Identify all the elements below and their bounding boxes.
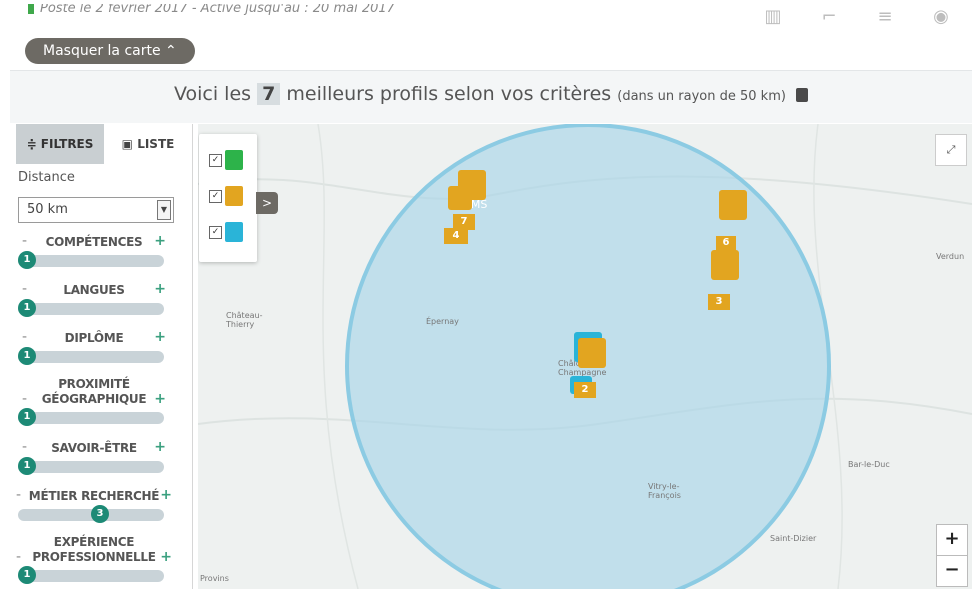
- cluster-count[interactable]: 6: [716, 236, 736, 250]
- town-label: Château-Thierry: [226, 311, 263, 329]
- legend-row-green: ✓: [209, 150, 243, 170]
- frame-icon[interactable]: ⌐: [818, 6, 840, 28]
- legend-row-orange: ✓: [209, 186, 243, 206]
- decrease-button[interactable]: -: [16, 487, 21, 503]
- user-icon: [225, 150, 243, 170]
- posted-line: Posté le 2 février 2017 - Active jusqu'a…: [28, 4, 528, 20]
- cluster-count[interactable]: 2: [574, 382, 596, 398]
- town-label: Bar-le-Duc: [848, 460, 890, 469]
- profile-icon: [796, 87, 808, 102]
- slider-track[interactable]: 1: [18, 566, 164, 584]
- chevron-down-icon[interactable]: ▼: [157, 200, 171, 220]
- barcode-icon[interactable]: ▥: [762, 6, 784, 28]
- slider-knob[interactable]: 1: [18, 457, 36, 475]
- increase-button[interactable]: +: [154, 233, 166, 249]
- filter-panel: ≑ FILTRES ▣ LISTE Distance 50 km ▼ - COM…: [16, 124, 193, 589]
- legend-row-blue: ✓: [209, 222, 243, 242]
- town-label: Verdun: [936, 252, 965, 261]
- slider-track[interactable]: 1: [18, 251, 164, 269]
- panel-tabs: ≑ FILTRES ▣ LISTE: [16, 124, 192, 164]
- slider-knob[interactable]: 1: [18, 408, 36, 426]
- user-icon: [225, 186, 243, 206]
- slider-knob[interactable]: 3: [91, 505, 109, 523]
- legend-checkbox[interactable]: ✓: [209, 153, 222, 167]
- increase-button[interactable]: +: [154, 329, 166, 345]
- decrease-button[interactable]: -: [16, 549, 21, 565]
- result-count: 7: [257, 83, 281, 105]
- profile-marker[interactable]: [711, 250, 739, 280]
- slider-track[interactable]: 1: [18, 347, 164, 365]
- slider-track[interactable]: 1: [18, 299, 164, 317]
- status-dot: [28, 4, 34, 14]
- profile-marker[interactable]: [578, 338, 606, 368]
- user-icon: [225, 222, 243, 242]
- town-label: Provins: [200, 574, 229, 583]
- radius-note: (dans un rayon de 50 km): [617, 89, 786, 104]
- distance-label: Distance: [18, 170, 75, 185]
- criterion-savoir-etre: - SAVOIR-ÊTRE + 1: [16, 439, 172, 477]
- decrease-button[interactable]: -: [22, 439, 27, 455]
- town-label: Épernay: [426, 317, 459, 326]
- decrease-button[interactable]: -: [22, 391, 27, 407]
- panel-scrollbar[interactable]: ▲: [192, 164, 193, 589]
- slider-track[interactable]: 1: [18, 408, 164, 426]
- profile-marker[interactable]: [719, 190, 747, 220]
- criterion-experience: - EXPÉRIENCE PROFESSIONNELLE + 1: [16, 535, 172, 587]
- top-toolbar: ▥ ⌐ ≡ ◉: [762, 6, 952, 28]
- criterion-proximite: - PROXIMITÉ GÉOGRAPHIQUE + 1: [16, 377, 172, 429]
- tab-list[interactable]: ▣ LISTE: [104, 124, 192, 164]
- legend-checkbox[interactable]: ✓: [209, 189, 222, 203]
- eye-icon[interactable]: ◉: [930, 6, 952, 28]
- increase-button[interactable]: +: [160, 487, 172, 503]
- lines-icon[interactable]: ≡: [874, 6, 896, 28]
- results-summary: Voici les 7 meilleurs profils selon vos …: [10, 83, 972, 105]
- cluster-count[interactable]: 3: [708, 294, 730, 310]
- decrease-button[interactable]: -: [22, 233, 27, 249]
- zoom-out-button[interactable]: −: [936, 555, 968, 587]
- slider-knob[interactable]: 1: [18, 299, 36, 317]
- criterion-diplome: - DIPLÔME + 1: [16, 329, 172, 367]
- town-label: Vitry-le-François: [648, 482, 681, 500]
- fullscreen-icon[interactable]: ⤢: [935, 134, 967, 166]
- legend-checkbox[interactable]: ✓: [209, 225, 222, 239]
- criterion-metier: - MÉTIER RECHERCHÉ + 3: [16, 487, 172, 525]
- map-view[interactable]: REIMS Château-Thierry Épernay Châlons-en…: [198, 124, 972, 589]
- legend-toggle-button[interactable]: >: [256, 192, 278, 214]
- decrease-button[interactable]: -: [22, 329, 27, 345]
- criterion-competences: - COMPÉTENCES + 1: [16, 233, 172, 271]
- profile-marker[interactable]: [448, 186, 472, 210]
- zoom-in-button[interactable]: +: [936, 524, 968, 556]
- slider-track[interactable]: 3: [18, 505, 164, 523]
- decrease-button[interactable]: -: [22, 281, 27, 297]
- increase-button[interactable]: +: [154, 391, 166, 407]
- slider-knob[interactable]: 1: [18, 347, 36, 365]
- posted-text: Posté le 2 février 2017 - Active jusqu'a…: [40, 4, 395, 16]
- hide-map-button[interactable]: Masquer la carte ⌃: [25, 38, 195, 64]
- criterion-langues: - LANGUES + 1: [16, 281, 172, 319]
- town-label: Saint-Dizier: [770, 534, 817, 543]
- slider-knob[interactable]: 1: [18, 251, 36, 269]
- increase-button[interactable]: +: [154, 281, 166, 297]
- tab-filters[interactable]: ≑ FILTRES: [16, 124, 104, 164]
- increase-button[interactable]: +: [154, 439, 166, 455]
- distance-select[interactable]: 50 km ▼: [18, 197, 174, 223]
- marker-legend: ✓ ✓ ✓: [199, 134, 257, 262]
- results-banner: Voici les 7 meilleurs profils selon vos …: [10, 70, 972, 123]
- slider-track[interactable]: 1: [18, 457, 164, 475]
- cluster-count[interactable]: 4: [444, 228, 468, 244]
- increase-button[interactable]: +: [160, 549, 172, 565]
- slider-knob[interactable]: 1: [18, 566, 36, 584]
